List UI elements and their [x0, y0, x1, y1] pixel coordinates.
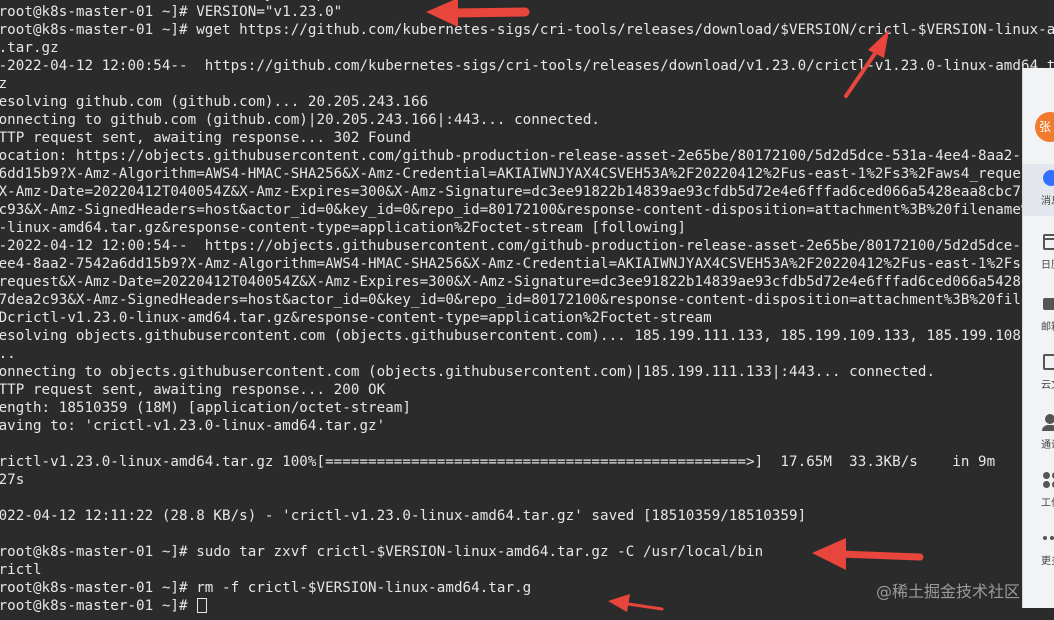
- terminal-line: _request&X-Amz-Date=20220412T040054Z&X-A…: [0, 274, 1054, 290]
- terminal-line: 4ee4-8aa2-7542a6dd15b9?X-Amz-Algorithm=A…: [0, 256, 1054, 272]
- terminal-line: Connecting to github.com (github.com)|20…: [0, 112, 601, 128]
- message-icon: [1043, 170, 1054, 186]
- calendar-icon: [1043, 234, 1054, 250]
- terminal-line: c7dea2c93&X-Amz-SignedHeaders=host&actor…: [0, 292, 1054, 308]
- dock-item-label: 日历: [1041, 260, 1054, 271]
- terminal-line: a6dd15b9?X-Amz-Algorithm=AWS4-HMAC-SHA25…: [0, 166, 1039, 182]
- terminal-line: 2c93&X-Amz-SignedHeaders=host&actor_id=0…: [0, 202, 1054, 218]
- terminal-line: 4.tar.gz: [0, 40, 59, 56]
- dock-item-cloud-docs[interactable]: 云文档: [1023, 348, 1054, 400]
- dock-item-more[interactable]: 更多: [1023, 524, 1054, 576]
- terminal-line: &X-Amz-Date=20220412T040054Z&X-Amz-Expir…: [0, 184, 1047, 200]
- mail-icon: [1043, 298, 1054, 310]
- terminal-window[interactable]: [root@k8s-master-01 ~]# cd /etc/yum.repo…: [0, 0, 1054, 620]
- terminal-line: 3Dcrictl-v1.23.0-linux-amd64.tar.gz&resp…: [0, 310, 712, 326]
- terminal-line: ...: [0, 346, 16, 362]
- terminal-line: Location: https://objects.githubusercont…: [0, 148, 1039, 164]
- terminal-line: 2022-04-12 12:11:22 (28.8 KB/s) - 'crict…: [0, 508, 807, 524]
- terminal-cursor: [197, 598, 208, 613]
- user-avatar[interactable]: 张: [1035, 112, 1054, 142]
- terminal-line: [root@k8s-master-01 ~]# wget https://git…: [0, 22, 1054, 38]
- terminal-line: crictl: [0, 562, 42, 578]
- terminal-line: Resolving github.com (github.com)... 20.…: [0, 94, 429, 110]
- dock-item-workplace[interactable]: 工作台: [1023, 466, 1054, 518]
- cloud-doc-icon: [1043, 354, 1054, 370]
- terminal-line: gz: [0, 76, 8, 92]
- terminal-line: crictl-v1.23.0-linux-amd64.tar.gz 100%[=…: [0, 454, 996, 470]
- more-icon: [1043, 536, 1047, 540]
- terminal-output: [root@k8s-master-01 ~]# cd /etc/yum.repo…: [0, 0, 1054, 615]
- dock-item-messages[interactable]: 消息: [1023, 164, 1054, 216]
- terminal-line: [root@k8s-master-01 ~]# VERSION="v1.23.0…: [0, 4, 343, 20]
- terminal-line: --2022-04-12 12:00:54-- https://objects.…: [0, 238, 1054, 254]
- terminal-line: Resolving objects.githubusercontent.com …: [0, 328, 1054, 344]
- terminal-line: HTTP request sent, awaiting response... …: [0, 382, 386, 398]
- contacts-icon: [1042, 414, 1054, 431]
- dock-item-calendar[interactable]: 日历: [1023, 228, 1054, 280]
- dock-item-mail[interactable]: 邮箱: [1023, 290, 1054, 342]
- dock-item-label: 邮箱: [1041, 322, 1054, 333]
- terminal-line: Connecting to objects.githubusercontent.…: [0, 364, 936, 380]
- terminal-line: 27s: [0, 472, 25, 488]
- dock-item-label: 消息: [1041, 196, 1054, 207]
- dock-item-label: 云文档: [1041, 380, 1054, 391]
- terminal-line: --2022-04-12 12:00:54-- https://github.c…: [0, 58, 1054, 74]
- workplace-icon: [1043, 472, 1050, 479]
- watermark-text: @稀土掘金技术社区: [876, 582, 1021, 601]
- dock-item-label: 工作台: [1041, 498, 1054, 509]
- app-side-dock: 张 消息 日历 邮箱 云文档 通讯录 工作台 更多: [1022, 68, 1054, 608]
- terminal-line: Saving to: 'crictl-v1.23.0-linux-amd64.t…: [0, 418, 386, 434]
- terminal-line: [root@k8s-master-01 ~]# sudo tar zxvf cr…: [0, 544, 764, 560]
- dock-item-label: 通讯录: [1041, 440, 1054, 451]
- dock-item-label: 更多: [1041, 556, 1054, 567]
- terminal-line: Length: 18510359 (18M) [application/octe…: [0, 400, 411, 416]
- terminal-line: HTTP request sent, awaiting response... …: [0, 130, 411, 146]
- terminal-line: 0-linux-amd64.tar.gz&response-content-ty…: [0, 220, 686, 236]
- dock-item-contacts[interactable]: 通讯录: [1023, 408, 1054, 460]
